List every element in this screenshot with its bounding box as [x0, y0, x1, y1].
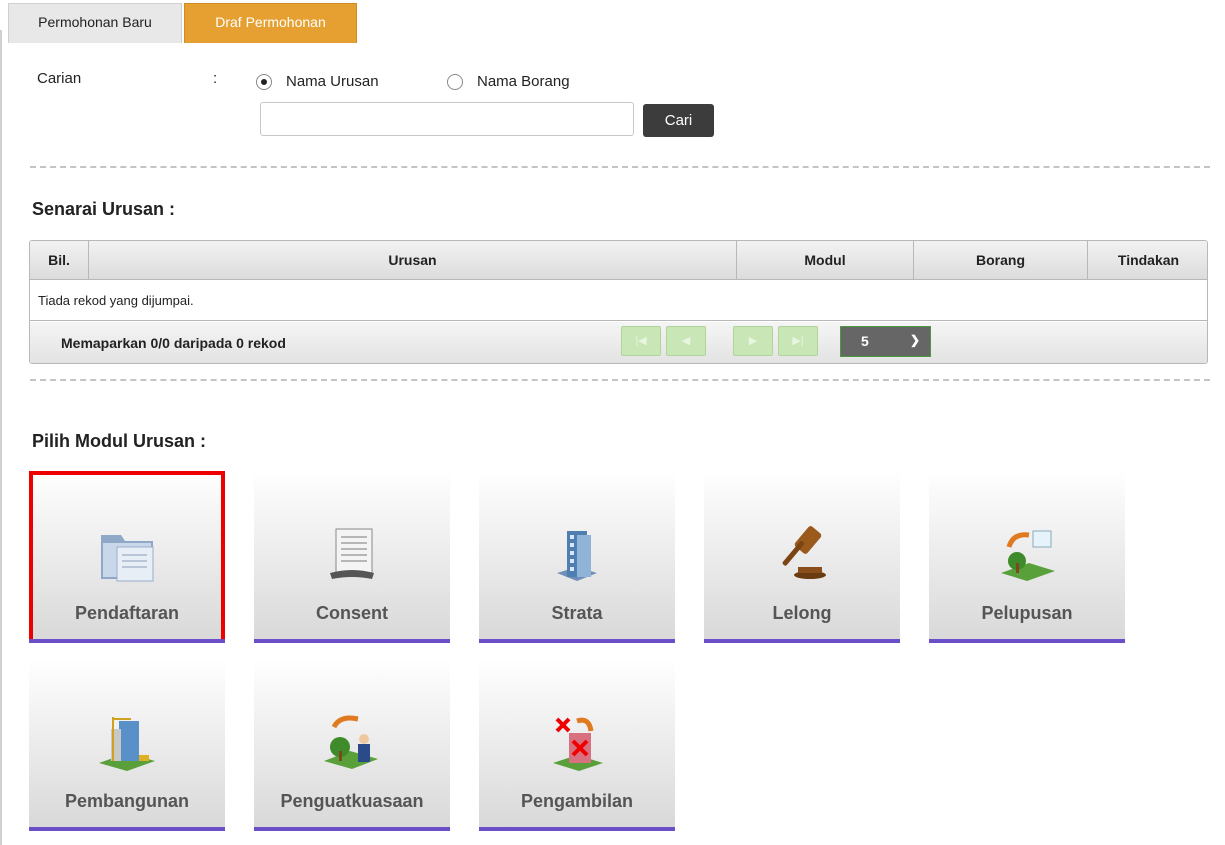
radio-nama-urusan[interactable]: Nama Urusan: [256, 73, 379, 90]
module-tile-pembangunan[interactable]: Pembangunan: [29, 659, 225, 831]
search-label: Carian: [37, 70, 82, 87]
next-page-button[interactable]: ▶: [733, 326, 773, 356]
construction-icon: [99, 717, 155, 771]
modules-section-title: Pilih Modul Urusan :: [32, 431, 206, 451]
tab-draf-permohonan[interactable]: Draf Permohonan: [184, 3, 357, 43]
enforcement-icon: [324, 715, 378, 769]
module-label: Strata: [551, 603, 603, 623]
folder-icon: [101, 535, 154, 582]
prev-page-button[interactable]: ◀: [666, 326, 706, 356]
chevron-down-icon: ❯: [909, 333, 920, 347]
tile-underline: [479, 827, 675, 831]
module-tile-pelupusan[interactable]: Pelupusan: [929, 471, 1125, 643]
tab-bar: Permohonan Baru Draf Permohonan: [8, 3, 357, 43]
search-input[interactable]: [260, 102, 634, 136]
module-tile-pendaftaran[interactable]: Pendaftaran: [29, 471, 225, 643]
module-label: Pelupusan: [981, 603, 1073, 623]
tile-underline: [929, 639, 1125, 643]
gavel-icon: [782, 526, 826, 579]
radio-nama-borang-label: Nama Borang: [477, 73, 570, 90]
column-tindakan: Tindakan: [1117, 252, 1180, 268]
module-tile-penguatkuasaan[interactable]: Penguatkuasaan: [254, 659, 450, 831]
list-section-title: Senarai Urusan :: [32, 199, 176, 219]
module-label: Pembangunan: [64, 791, 189, 811]
tab-permohonan-baru[interactable]: Permohonan Baru: [8, 3, 182, 43]
page-info: Memaparkan 0/0 daripada 0 rekod: [61, 335, 286, 351]
first-page-button[interactable]: |◀: [621, 326, 661, 356]
tile-underline: [29, 827, 225, 831]
search-button[interactable]: Cari: [643, 104, 714, 137]
module-tile-consent[interactable]: Consent: [254, 471, 450, 643]
divider: [30, 379, 1210, 381]
module-label: Pendaftaran: [74, 603, 180, 623]
module-tile-strata[interactable]: Strata: [479, 471, 675, 643]
tile-underline: [704, 639, 900, 643]
land-disposal-icon: [1001, 530, 1055, 581]
radio-nama-borang[interactable]: Nama Borang: [447, 73, 570, 90]
building-icon: [557, 531, 597, 581]
search-colon: :: [213, 70, 218, 87]
column-modul: Modul: [737, 241, 914, 279]
module-label: Pengambilan: [520, 791, 634, 811]
radio-unselected-icon: [447, 73, 463, 90]
radio-nama-urusan-label: Nama Urusan: [286, 73, 379, 90]
document-icon: [330, 528, 374, 579]
column-borang: Borang: [914, 241, 1088, 279]
module-label: Penguatkuasaan: [280, 791, 424, 811]
module-tile-lelong[interactable]: Lelong: [704, 471, 900, 643]
tile-underline: [29, 639, 225, 643]
rows-per-page-value: 5: [861, 333, 869, 349]
rows-per-page-select[interactable]: 5 ❯: [840, 326, 931, 357]
column-bil: Bil.: [30, 241, 89, 279]
module-tile-pengambilan[interactable]: Pengambilan: [479, 659, 675, 831]
paginator: Memaparkan 0/0 daripada 0 rekod |◀ ◀ ▶ ▶…: [30, 322, 1207, 363]
radio-selected-icon: [256, 73, 272, 90]
tile-underline: [254, 639, 450, 643]
left-border: [0, 30, 2, 845]
module-label: Lelong: [772, 603, 832, 623]
table-header: Bil. Urusan Modul Borang Tindakan: [30, 241, 1207, 280]
urusan-table: Bil. Urusan Modul Borang Tindakan Tiada …: [29, 240, 1208, 364]
empty-row: Tiada rekod yang dijumpai.: [30, 280, 1207, 321]
tile-underline: [479, 639, 675, 643]
module-label: Consent: [316, 603, 388, 623]
divider: [30, 166, 1210, 168]
column-urusan: Urusan: [89, 241, 737, 279]
acquisition-icon: [553, 717, 603, 771]
last-page-button[interactable]: ▶|: [778, 326, 818, 356]
tile-underline: [254, 827, 450, 831]
